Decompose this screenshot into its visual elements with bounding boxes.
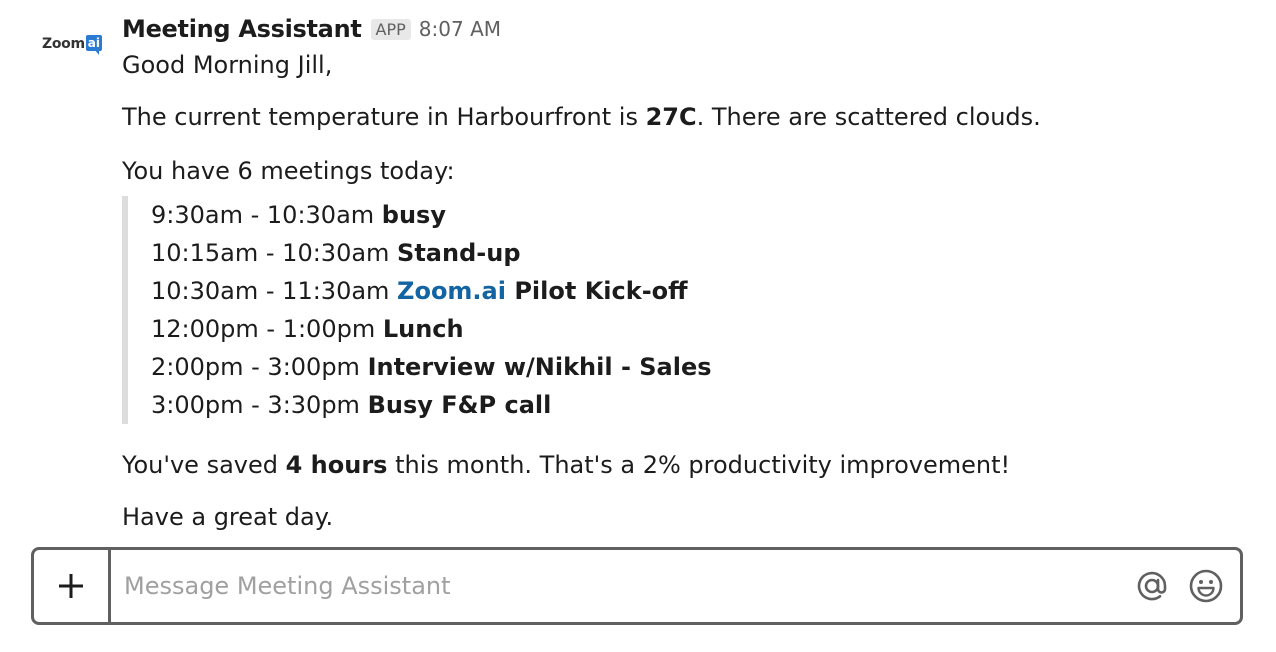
meeting-time: 3:00pm - 3:30pm xyxy=(151,391,368,419)
avatar[interactable]: Zoom ai xyxy=(42,33,112,59)
at-icon xyxy=(1137,571,1167,601)
weather-temp: 27C xyxy=(645,103,697,131)
meeting-time: 10:15am - 10:30am xyxy=(151,239,398,267)
meeting-title: Pilot Kick-off xyxy=(505,277,688,305)
chat-view: Zoom ai Meeting Assistant APP 8:07 AM Goo… xyxy=(0,0,1276,652)
plus-icon xyxy=(59,574,83,598)
meeting-item: 9:30am - 10:30am busy xyxy=(151,196,1242,234)
meeting-item: 10:15am - 10:30am Stand-up xyxy=(151,234,1242,272)
meeting-title: Stand-up xyxy=(397,239,521,267)
weather-prefix: The current temperature in Harbourfront … xyxy=(122,103,646,131)
greeting-text: Good Morning Jill, xyxy=(122,51,333,79)
message-input[interactable] xyxy=(111,549,1132,623)
app-badge: APP xyxy=(370,18,411,40)
savings-amount: 4 hours xyxy=(285,451,388,479)
meetings-intro: You have 6 meetings today: xyxy=(122,157,455,185)
emoji-icon xyxy=(1189,569,1223,603)
weather-suffix: . There are scattered clouds. xyxy=(696,103,1041,131)
meetings-list: 9:30am - 10:30am busy 10:15am - 10:30am … xyxy=(122,196,1242,424)
logo-bubble-tail xyxy=(94,49,99,55)
meeting-item: 12:00pm - 1:00pm Lunch xyxy=(151,310,1242,348)
meeting-item: 3:00pm - 3:30pm Busy F&P call xyxy=(151,386,1242,424)
savings-prefix: You've saved xyxy=(122,451,286,479)
meeting-time: 2:00pm - 3:00pm xyxy=(151,353,368,381)
sender-name[interactable]: Meeting Assistant xyxy=(122,15,362,43)
message-header: Meeting Assistant APP 8:07 AM xyxy=(122,12,1242,46)
meeting-item: 10:30am - 11:30am Zoom.ai Pilot Kick-off xyxy=(151,272,1242,310)
logo-text: Zoom xyxy=(42,36,85,52)
mention-button[interactable] xyxy=(1132,566,1172,606)
zoom-ai-link[interactable]: Zoom.ai xyxy=(397,277,506,305)
savings-text: You've saved 4 hours this month. That's … xyxy=(122,446,1242,484)
message: Meeting Assistant APP 8:07 AM Good Morni… xyxy=(122,12,1242,536)
meeting-title: Interview w/Nikhil - Sales xyxy=(367,353,712,381)
emoji-button[interactable] xyxy=(1186,566,1226,606)
meeting-title: busy xyxy=(381,201,446,229)
meeting-title: Lunch xyxy=(382,315,464,343)
closing-text: Have a great day. xyxy=(122,503,334,531)
savings-suffix: this month. That's a 2% productivity imp… xyxy=(387,451,1011,479)
weather-text: The current temperature in Harbourfront … xyxy=(122,98,1242,136)
message-timestamp[interactable]: 8:07 AM xyxy=(419,17,501,41)
meeting-time: 12:00pm - 1:00pm xyxy=(151,315,383,343)
message-composer xyxy=(31,547,1243,625)
meeting-title: Busy F&P call xyxy=(367,391,552,419)
attach-button[interactable] xyxy=(34,550,111,622)
meeting-time: 10:30am - 11:30am xyxy=(151,277,398,305)
meeting-item: 2:00pm - 3:00pm Interview w/Nikhil - Sal… xyxy=(151,348,1242,386)
meeting-time: 9:30am - 10:30am xyxy=(151,201,382,229)
